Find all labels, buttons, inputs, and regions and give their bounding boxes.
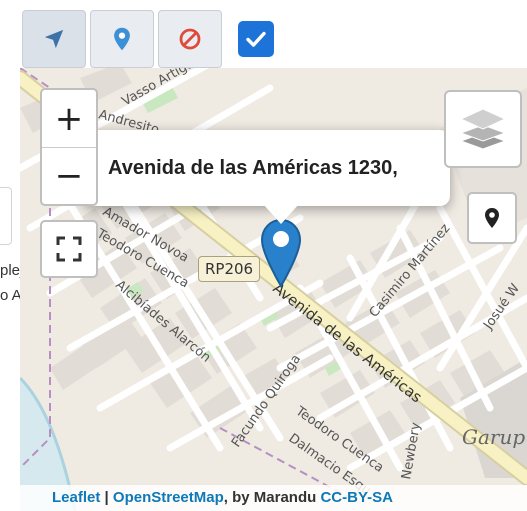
location-marker-icon[interactable]: [260, 218, 302, 288]
zoom-out-button[interactable]: −: [42, 147, 96, 204]
layers-icon: [459, 108, 507, 150]
navigate-button[interactable]: [22, 10, 86, 68]
label-garupa: Garup: [462, 425, 525, 449]
attribution-bar: Leaflet | OpenStreetMap, by Marandu CC-B…: [20, 485, 527, 511]
layers-button[interactable]: [444, 90, 522, 168]
navigation-arrow-icon: [44, 29, 64, 49]
checkbox[interactable]: [238, 21, 274, 57]
prohibited-icon: [179, 28, 201, 50]
clear-button[interactable]: [158, 10, 222, 68]
popup-tip: [263, 204, 299, 224]
map-view[interactable]: Vasso Artigas Andresito Amador Novoa Teo…: [20, 68, 527, 511]
route-shield: RP206: [198, 256, 261, 282]
map-pin-icon: [114, 27, 130, 51]
zoom-control: + −: [40, 88, 98, 206]
app-root: plejo o Artigas: [0, 0, 527, 511]
pin-button[interactable]: [90, 10, 154, 68]
checkmark-icon: [246, 31, 266, 47]
fullscreen-button[interactable]: [40, 220, 98, 278]
attribution-by: , by Marandu: [223, 489, 321, 506]
attribution-separator: |: [100, 489, 113, 506]
osm-link[interactable]: OpenStreetMap: [113, 489, 224, 506]
fullscreen-icon: [56, 236, 82, 262]
leaflet-link[interactable]: Leaflet: [52, 489, 100, 506]
popup-address: Avenida de las Américas 1230,: [108, 156, 398, 179]
map-popup: Avenida de las Américas 1230,: [82, 130, 450, 206]
edge-panel: [0, 187, 12, 245]
zoom-in-button[interactable]: +: [42, 90, 96, 147]
license-link[interactable]: CC-BY-SA: [320, 489, 393, 506]
locate-button[interactable]: [467, 192, 517, 244]
map-pin-icon: [485, 208, 499, 228]
